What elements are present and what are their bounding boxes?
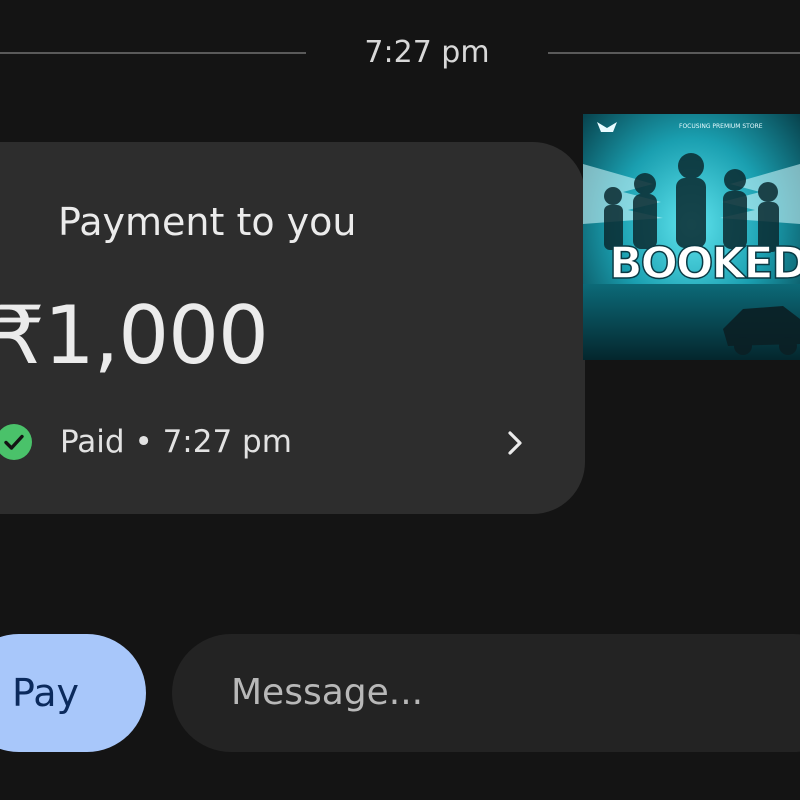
- pay-button-label: Pay: [12, 671, 79, 715]
- divider-line-left: [0, 52, 306, 54]
- image-attachment[interactable]: FOCUSING PREMIUM STORE BOOKED: [583, 114, 800, 360]
- payment-amount: ₹1,000: [0, 289, 269, 382]
- payment-status: Paid • 7:27 pm: [60, 424, 292, 460]
- check-circle-icon: [0, 424, 32, 460]
- poster-caption: FOCUSING PREMIUM STORE: [679, 123, 763, 130]
- divider-line-right: [548, 52, 800, 54]
- poster-banner-text: BOOKED: [609, 238, 800, 289]
- message-timestamp: 7:27 pm: [364, 35, 490, 70]
- booked-poster: FOCUSING PREMIUM STORE BOOKED: [583, 114, 800, 360]
- chevron-right-icon[interactable]: [500, 428, 530, 458]
- message-input-placeholder: Message...: [231, 672, 424, 713]
- chat-screen: 7:27 pm Payment to you ₹1,000 Paid • 7:2…: [0, 0, 800, 800]
- payment-title: Payment to you: [58, 200, 357, 244]
